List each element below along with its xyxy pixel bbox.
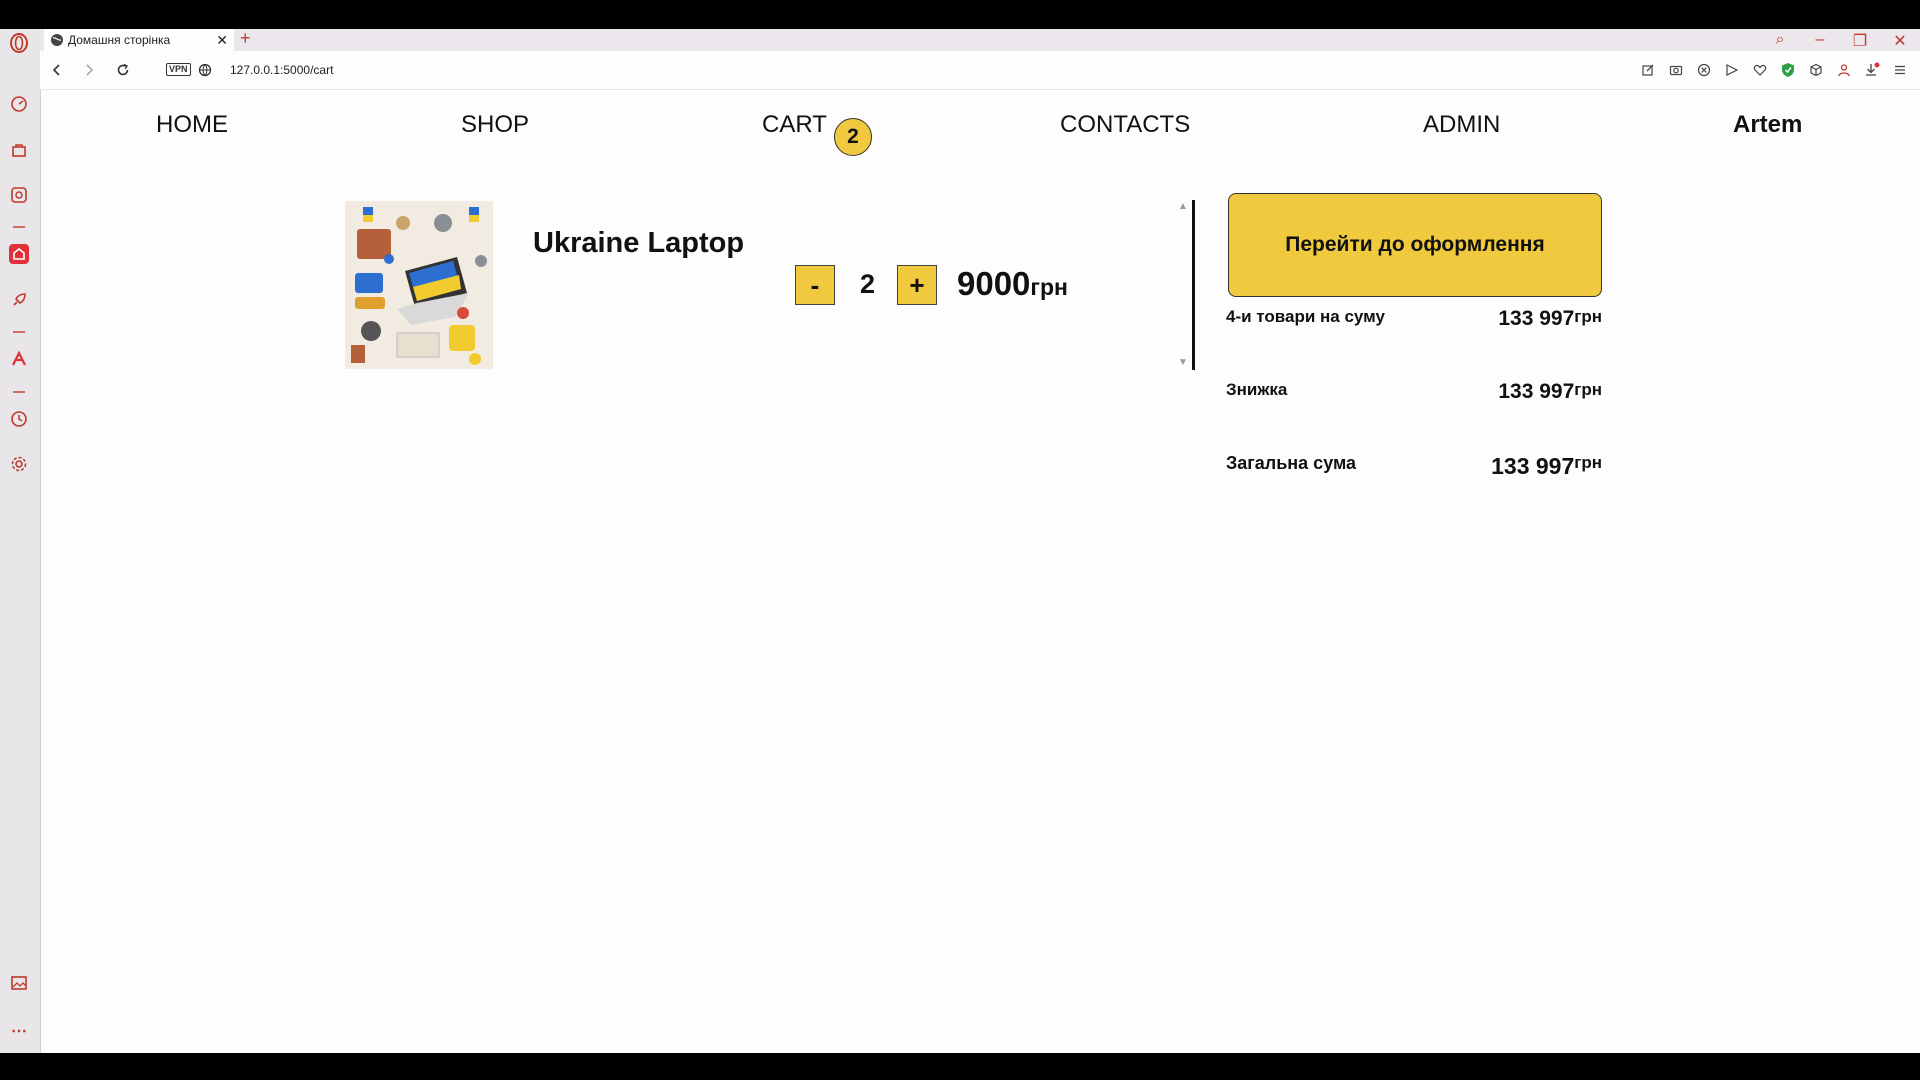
scroll-down-arrow-icon[interactable]: ▼ bbox=[1178, 357, 1188, 368]
tab-strip: Домашня сторінка ✕ + ⌕ – ❐ ✕ bbox=[40, 28, 1920, 52]
aria-icon[interactable] bbox=[8, 348, 30, 370]
address-bar: VPN 127.0.0.1:5000/cart bbox=[40, 51, 1920, 90]
snapshot-icon[interactable] bbox=[1666, 59, 1686, 81]
site-info-globe-icon[interactable] bbox=[194, 59, 216, 81]
edit-icon[interactable] bbox=[1638, 59, 1658, 81]
site-navigation: HOME SHOP CART CONTACTS ADMIN Artem bbox=[40, 89, 1920, 159]
shield-icon[interactable] bbox=[1778, 59, 1798, 81]
product-price-currency: грн bbox=[1030, 274, 1068, 300]
vpn-badge[interactable]: VPN bbox=[166, 63, 191, 76]
globe-favicon-icon bbox=[51, 34, 63, 46]
product-price: 9000грн bbox=[957, 265, 1068, 303]
nav-contacts[interactable]: CONTACTS bbox=[1060, 111, 1190, 139]
wallpaper-icon[interactable] bbox=[8, 972, 30, 994]
product-title[interactable]: Ukraine Laptop bbox=[533, 227, 744, 260]
product-image bbox=[345, 201, 493, 369]
tab-title: Домашня сторінка bbox=[68, 33, 171, 47]
checkout-button[interactable]: Перейти до оформлення bbox=[1228, 193, 1602, 297]
history-icon[interactable] bbox=[8, 408, 30, 430]
minimize-icon[interactable]: – bbox=[1800, 31, 1840, 51]
summary-total-value: 133 997грн bbox=[1491, 453, 1602, 479]
nav-shop[interactable]: SHOP bbox=[461, 111, 529, 139]
back-icon[interactable] bbox=[46, 59, 68, 81]
new-tab-icon[interactable]: + bbox=[240, 28, 251, 49]
url-field[interactable]: 127.0.0.1:5000/cart bbox=[230, 63, 333, 77]
decrease-quantity-button[interactable]: - bbox=[795, 265, 835, 305]
increase-quantity-button[interactable]: + bbox=[897, 265, 937, 305]
reload-icon[interactable] bbox=[112, 59, 134, 81]
restore-icon[interactable]: ❐ bbox=[1840, 31, 1880, 51]
forward-icon[interactable] bbox=[78, 59, 100, 81]
downloads-icon[interactable] bbox=[1862, 59, 1882, 81]
quantity-value: 2 bbox=[860, 269, 876, 299]
close-window-icon[interactable]: ✕ bbox=[1880, 31, 1920, 51]
adblock-icon[interactable] bbox=[1694, 59, 1714, 81]
summary-discount-label: Знижка bbox=[1226, 380, 1288, 399]
browser-window: ⋯ Домашня сторінка ✕ + ⌕ – ❐ ✕ VPN 127.0… bbox=[0, 28, 1920, 1053]
search-tabs-icon[interactable]: ⌕ bbox=[1760, 31, 1800, 51]
cart-count-badge: 2 bbox=[834, 118, 872, 156]
tab-close-icon[interactable]: ✕ bbox=[216, 32, 228, 49]
profile-icon[interactable] bbox=[1834, 59, 1854, 81]
window-controls: ⌕ – ❐ ✕ bbox=[1760, 31, 1920, 51]
settings-gear-icon[interactable] bbox=[8, 453, 30, 475]
browser-sidebar: ⋯ bbox=[0, 29, 41, 1053]
active-app-icon[interactable] bbox=[8, 243, 30, 265]
speed-dial-icon[interactable] bbox=[8, 93, 30, 115]
summary-total-label: Загальна сума bbox=[1226, 453, 1357, 473]
product-price-value: 9000 bbox=[957, 265, 1031, 302]
menu-icon[interactable] bbox=[1890, 59, 1910, 81]
cart-divider bbox=[1192, 200, 1195, 370]
opera-logo-icon[interactable] bbox=[8, 32, 30, 54]
shopping-icon[interactable] bbox=[8, 139, 30, 161]
rocket-icon[interactable] bbox=[8, 289, 30, 311]
send-icon[interactable] bbox=[1722, 59, 1742, 81]
cube-icon[interactable] bbox=[1806, 59, 1826, 81]
scroll-up-arrow-icon[interactable]: ▲ bbox=[1178, 201, 1188, 212]
heart-icon[interactable] bbox=[1750, 59, 1770, 81]
nav-cart[interactable]: CART bbox=[762, 111, 827, 139]
nav-admin[interactable]: ADMIN bbox=[1423, 111, 1500, 139]
messenger-icon[interactable] bbox=[8, 184, 30, 206]
tab-active[interactable]: Домашня сторінка ✕ bbox=[44, 29, 234, 51]
summary-items-value: 133 997грн bbox=[1498, 307, 1602, 330]
more-options-icon[interactable]: ⋯ bbox=[8, 1020, 30, 1042]
summary-discount-value: 133 997грн bbox=[1498, 380, 1602, 403]
nav-user[interactable]: Artem bbox=[1733, 111, 1802, 139]
toolbar-right bbox=[1638, 59, 1910, 81]
nav-home[interactable]: HOME bbox=[156, 111, 228, 139]
summary-items-label: 4-и товари на суму bbox=[1226, 307, 1385, 326]
